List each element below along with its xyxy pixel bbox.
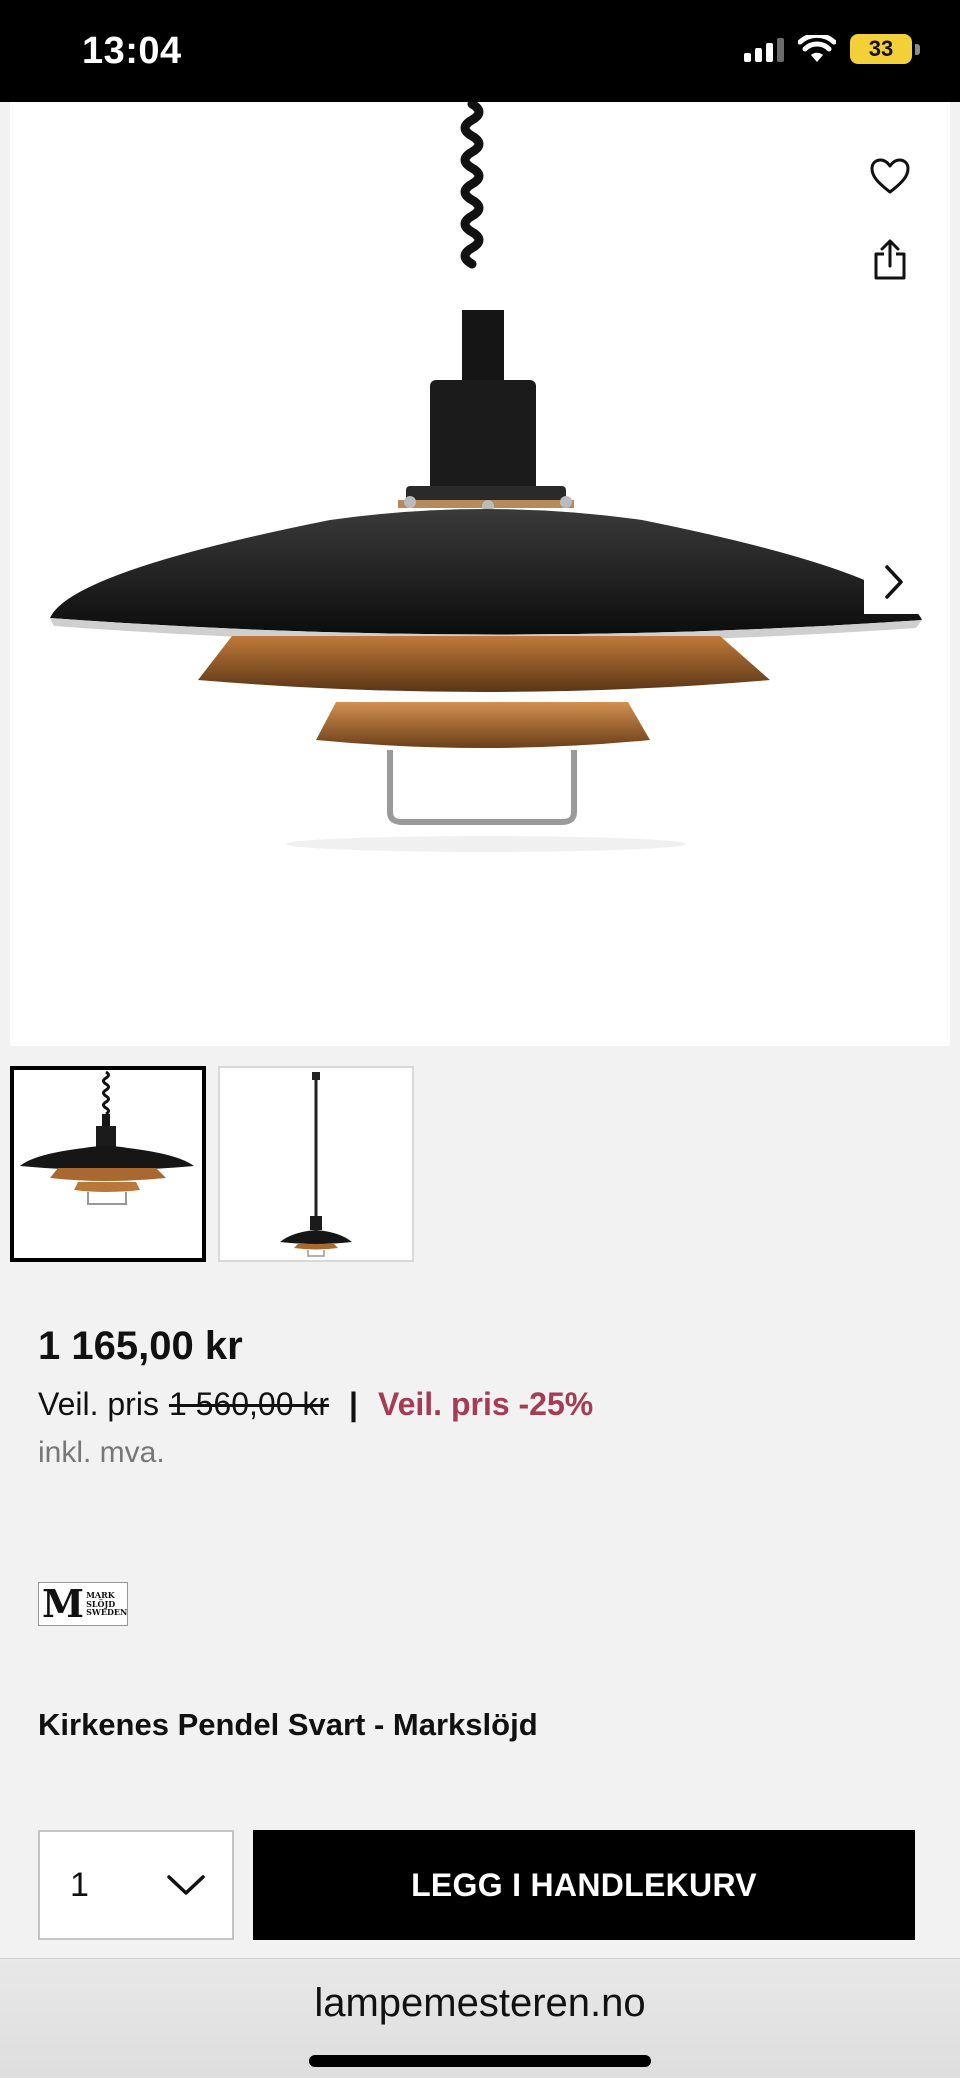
product-price: 1 165,00 kr (38, 1324, 243, 1368)
share-icon (874, 239, 906, 280)
chevron-down-icon (167, 1875, 205, 1895)
thumbnail-2[interactable] (218, 1066, 414, 1262)
product-title: Kirkenes Pendel Svart - Markslöjd (38, 1707, 538, 1742)
next-image-button[interactable] (864, 550, 924, 614)
wifi-icon (798, 35, 836, 62)
add-to-cart-button[interactable]: LEGG I HANDLEKURV (253, 1830, 915, 1940)
thumbnail-image (20, 1070, 194, 1205)
price-separator: | (349, 1386, 358, 1422)
share-button[interactable] (862, 232, 918, 288)
product-image (50, 102, 922, 852)
vat-note: inkl. mva. (38, 1436, 165, 1469)
brand-logo[interactable]: M MARK SLÖJD SWEDEN (38, 1582, 128, 1626)
status-indicators: 33 (744, 34, 920, 64)
price-comparison: Veil. pris 1 560,00 kr | Veil. pris -25% (38, 1386, 593, 1423)
discount-label: Veil. pris -25% (378, 1386, 594, 1422)
heart-icon (870, 158, 910, 194)
browser-url-bar[interactable]: lampemesteren.no (0, 1958, 960, 2078)
product-image-carousel[interactable] (10, 102, 950, 1046)
list-price-label: Veil. pris (38, 1386, 159, 1422)
thumbnail-image (280, 1072, 352, 1257)
list-price: 1 560,00 kr (168, 1386, 330, 1422)
battery-icon: 33 (850, 34, 920, 64)
signal-icon (744, 36, 784, 62)
favorite-button[interactable] (862, 148, 918, 204)
quantity-value: 1 (70, 1865, 89, 1904)
url-text[interactable]: lampemesteren.no (0, 1981, 960, 2026)
status-time: 13:04 (82, 30, 182, 72)
home-indicator (309, 2055, 651, 2067)
status-bar: 13:04 33 (0, 0, 960, 102)
chevron-right-icon (885, 565, 903, 599)
quantity-select[interactable]: 1 (38, 1830, 234, 1940)
thumbnail-1[interactable] (10, 1066, 206, 1262)
battery-level: 33 (850, 34, 912, 64)
thumbnail-strip (10, 1066, 414, 1262)
